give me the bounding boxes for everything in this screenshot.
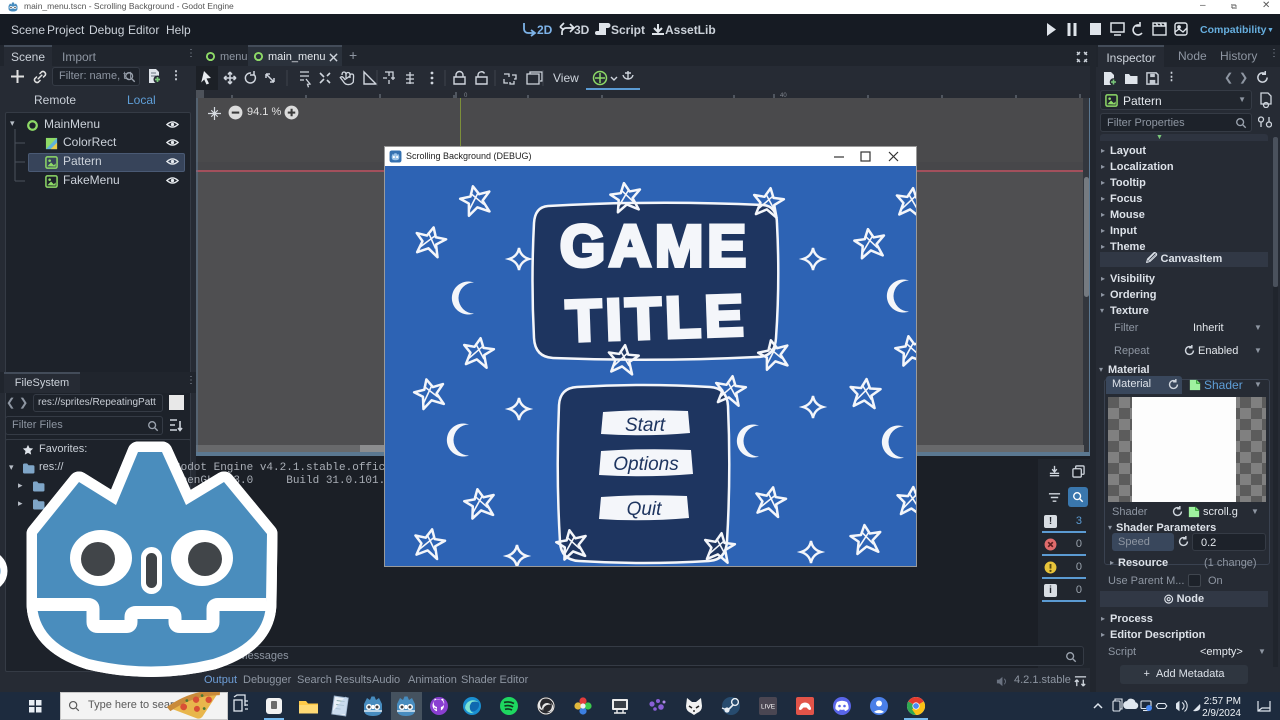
svg-text:View: View xyxy=(553,71,579,85)
svg-text:GAME: GAME xyxy=(560,214,750,279)
svg-text:TITLE: TITLE xyxy=(565,283,748,354)
svg-text:Start: Start xyxy=(625,415,666,436)
svg-text:2:57 PM: 2:57 PM xyxy=(1204,696,1241,707)
svg-text:2/9/2024: 2/9/2024 xyxy=(1202,708,1241,719)
svg-text:Options: Options xyxy=(613,454,679,475)
svg-text:LIVE: LIVE xyxy=(761,704,776,711)
svg-text:Quit: Quit xyxy=(627,499,663,520)
